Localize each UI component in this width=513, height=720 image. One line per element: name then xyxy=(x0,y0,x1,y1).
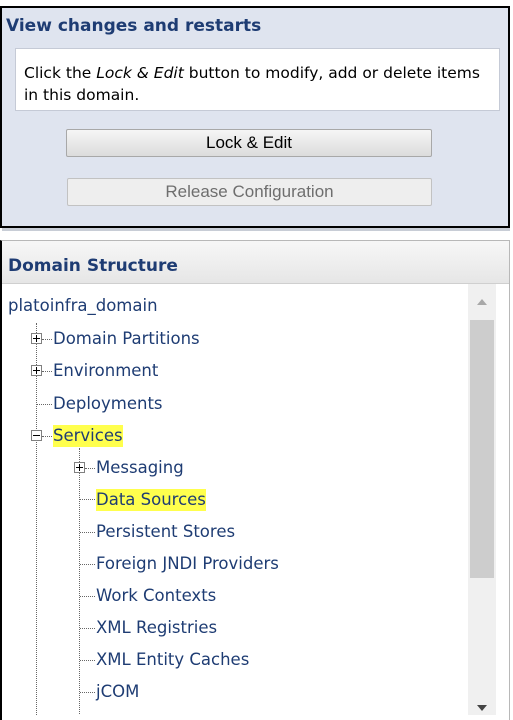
tree-connector xyxy=(80,628,95,629)
tree-connector xyxy=(36,433,37,715)
expand-environment-icon[interactable] xyxy=(31,365,42,376)
change-center-title: View changes and restarts xyxy=(6,16,262,36)
scrollbar-thumb[interactable] xyxy=(470,320,494,578)
tree-connector xyxy=(80,660,95,661)
tree-item-messaging[interactable]: Messaging xyxy=(96,457,184,479)
instructions-emphasis: Lock & Edit xyxy=(96,64,184,82)
tree-item-work-contexts[interactable]: Work Contexts xyxy=(96,585,216,607)
tree-connector xyxy=(80,596,95,597)
tree-connector xyxy=(79,448,80,715)
tree-item-domain-partitions[interactable]: Domain Partitions xyxy=(53,328,200,350)
domain-structure-title: Domain Structure xyxy=(8,256,178,276)
triangle-down-icon[interactable] xyxy=(468,700,496,715)
release-configuration-button[interactable]: Release Configuration xyxy=(67,178,432,206)
tree-item-foreign-jndi-providers[interactable]: Foreign JNDI Providers xyxy=(96,553,279,575)
tree-connector xyxy=(80,692,95,693)
tree-item-xml-registries[interactable]: XML Registries xyxy=(96,617,217,639)
tree-connector xyxy=(42,339,52,340)
tree-item-jcom[interactable]: jCOM xyxy=(96,681,139,703)
expand-messaging-icon[interactable] xyxy=(74,462,85,473)
triangle-up-icon[interactable] xyxy=(468,294,496,310)
tree-root-platoinfra-domain[interactable]: platoinfra_domain xyxy=(8,295,158,317)
tree-item-persistent-stores[interactable]: Persistent Stores xyxy=(96,521,235,543)
lock-edit-button[interactable]: Lock & Edit xyxy=(66,129,432,157)
panel-shadow xyxy=(2,228,510,231)
tree-item-environment[interactable]: Environment xyxy=(53,360,158,382)
tree-item-data-sources[interactable]: Data Sources xyxy=(96,489,206,511)
tree-connector xyxy=(42,371,52,372)
tree-item-xml-entity-caches[interactable]: XML Entity Caches xyxy=(96,649,249,671)
tree-item-deployments[interactable]: Deployments xyxy=(53,393,163,415)
expand-domain-partitions-icon[interactable] xyxy=(31,333,42,344)
tree-connector xyxy=(37,404,52,405)
instructions-prefix: Click the xyxy=(24,64,97,82)
tree-connector xyxy=(80,499,95,500)
tree-connector xyxy=(80,564,95,565)
tree-item-services[interactable]: Services xyxy=(53,425,123,447)
collapse-services-icon[interactable] xyxy=(31,430,42,441)
tree-connector xyxy=(85,468,95,469)
domain-tree: platoinfra_domain Domain Partitions Envi… xyxy=(0,284,468,715)
tree-connector xyxy=(80,532,95,533)
tree-connector xyxy=(42,436,52,437)
instructions-text: Click the Lock & Edit button to modify, … xyxy=(24,62,494,106)
